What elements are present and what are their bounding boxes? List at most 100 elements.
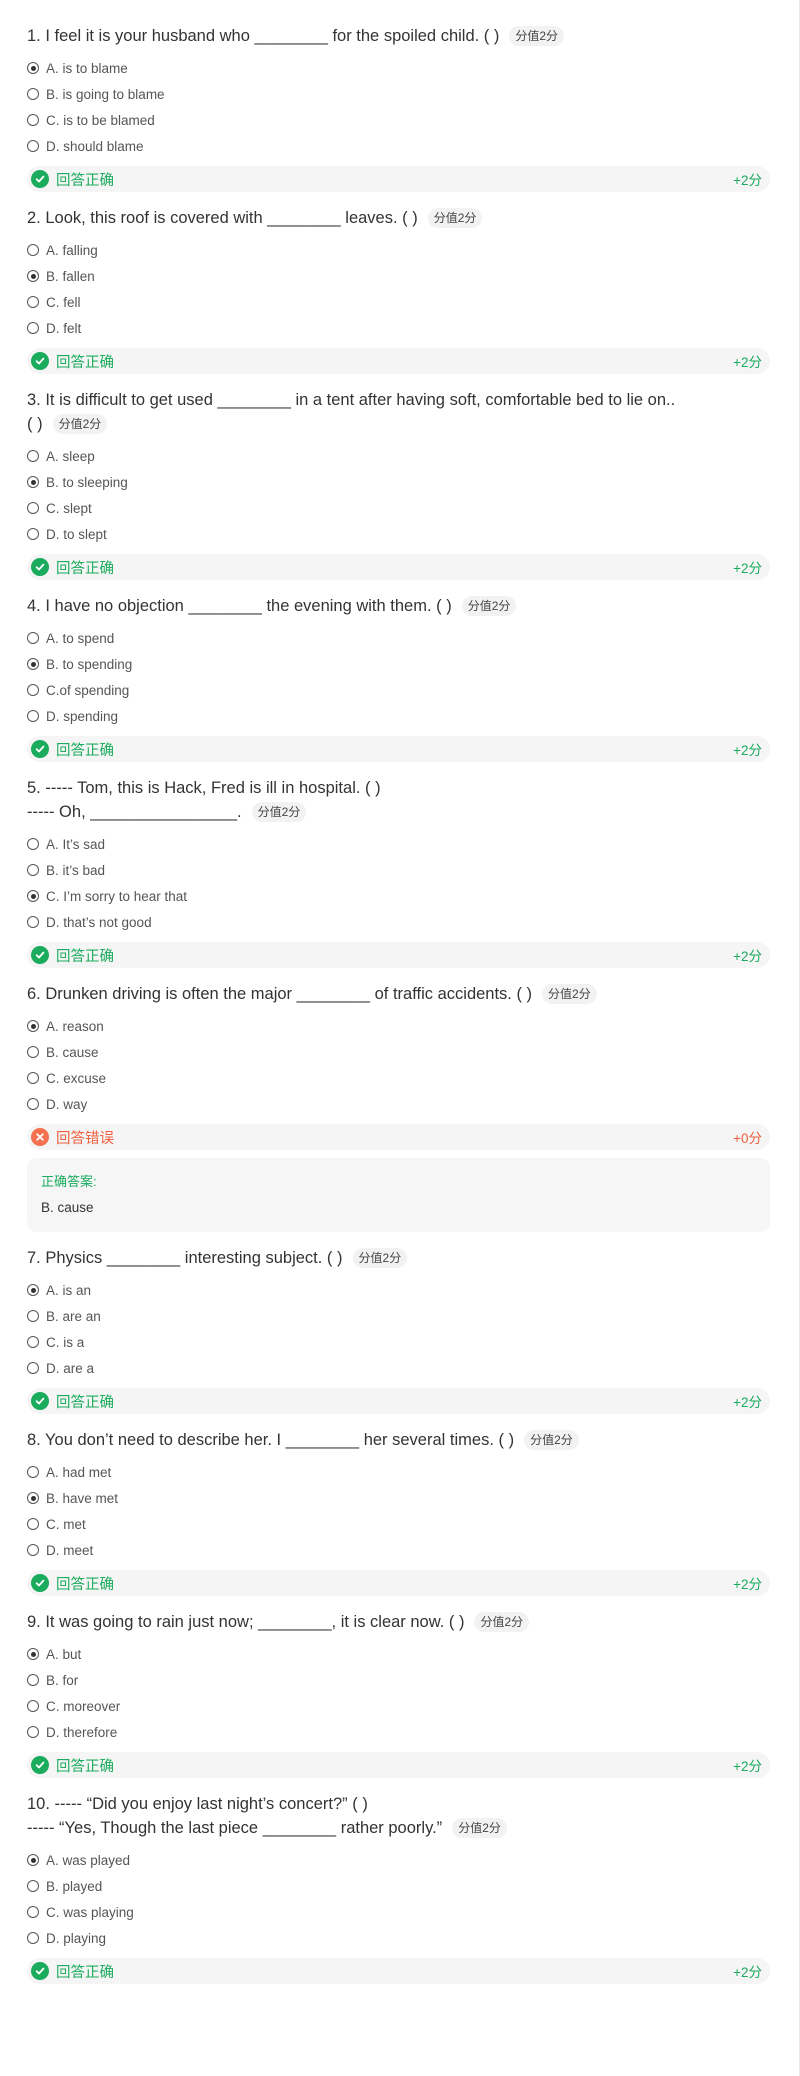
radio-icon[interactable] [27,684,39,696]
result-status: 回答正确 [56,354,114,371]
option-item[interactable]: C. is a [27,1329,800,1355]
radio-checked-icon[interactable] [27,1648,39,1660]
option-item[interactable]: B. for [27,1667,800,1693]
option-item[interactable]: A. was played [27,1847,800,1873]
option-item[interactable]: B. it’s bad [27,857,800,883]
radio-icon[interactable] [27,1466,39,1478]
option-item[interactable]: A. sleep [27,443,800,469]
option-item[interactable]: B. to sleeping [27,469,800,495]
option-item[interactable]: D. should blame [27,133,800,159]
radio-icon[interactable] [27,1932,39,1944]
result-correct-bar: 回答正确 +2分 [27,1388,770,1414]
radio-checked-icon[interactable] [27,62,39,74]
radio-icon[interactable] [27,1674,39,1686]
option-item[interactable]: A. to spend [27,625,800,651]
radio-checked-icon[interactable] [27,270,39,282]
radio-icon[interactable] [27,710,39,722]
option-item[interactable]: D. spending [27,703,800,729]
option-item[interactable]: C. was playing [27,1899,800,1925]
radio-checked-icon[interactable] [27,1492,39,1504]
option-item[interactable]: A. It’s sad [27,831,800,857]
radio-icon[interactable] [27,916,39,928]
option-item[interactable]: A. is an [27,1277,800,1303]
option-item[interactable]: B. to spending [27,651,800,677]
radio-checked-icon[interactable] [27,658,39,670]
radio-icon[interactable] [27,296,39,308]
option-item[interactable]: B. is going to blame [27,81,800,107]
radio-icon[interactable] [27,114,39,126]
option-item[interactable]: D. that’s not good [27,909,800,935]
option-label: B. to spending [46,656,133,672]
options-list: A. is to blame B. is going to blame C. is … [27,55,800,159]
option-item[interactable]: B. played [27,1873,800,1899]
radio-icon[interactable] [27,1544,39,1556]
options-list: A. is an B. are an C. is a D. are a [27,1277,800,1381]
option-item[interactable]: D. to slept [27,521,800,547]
option-item[interactable]: D. meet [27,1537,800,1563]
radio-checked-icon[interactable] [27,1020,39,1032]
radio-icon[interactable] [27,632,39,644]
option-item[interactable]: C. excuse [27,1065,800,1091]
option-label: C.of spending [46,682,130,698]
radio-icon[interactable] [27,322,39,334]
radio-icon[interactable] [27,838,39,850]
radio-icon[interactable] [27,1072,39,1084]
option-label: C. met [46,1516,86,1532]
option-item[interactable]: C. I’m sorry to hear that [27,883,800,909]
option-item[interactable]: A. had met [27,1459,800,1485]
radio-icon[interactable] [27,1906,39,1918]
option-item[interactable]: D. playing [27,1925,800,1951]
option-label: B. it’s bad [46,862,106,878]
radio-icon[interactable] [27,1098,39,1110]
radio-icon[interactable] [27,864,39,876]
radio-icon[interactable] [27,1310,39,1322]
check-circle-icon [31,170,49,188]
radio-icon[interactable] [27,502,39,514]
option-item[interactable]: C. met [27,1511,800,1537]
option-item[interactable]: C. slept [27,495,800,521]
option-label: D. should blame [46,138,144,154]
radio-icon[interactable] [27,1880,39,1892]
radio-checked-icon[interactable] [27,476,39,488]
option-item[interactable]: B. have met [27,1485,800,1511]
option-item[interactable]: D. are a [27,1355,800,1381]
result-points: +2分 [733,1965,762,1980]
radio-icon[interactable] [27,1726,39,1738]
radio-checked-icon[interactable] [27,1854,39,1866]
question-title: 1. I feel it is your husband who _______… [27,24,770,48]
option-item[interactable]: C. fell [27,289,800,315]
option-item[interactable]: A. falling [27,237,800,263]
check-circle-icon [31,946,49,964]
radio-checked-icon[interactable] [27,1284,39,1296]
radio-icon[interactable] [27,88,39,100]
option-item[interactable]: D. way [27,1091,800,1117]
option-label: A. was played [46,1852,131,1868]
radio-icon[interactable] [27,528,39,540]
option-item[interactable]: A. reason [27,1013,800,1039]
radio-icon[interactable] [27,1046,39,1058]
option-label: D. to slept [46,526,107,542]
radio-icon[interactable] [27,1362,39,1374]
option-item[interactable]: A. is to blame [27,55,800,81]
radio-checked-icon[interactable] [27,890,39,902]
option-label: D. are a [46,1360,95,1376]
option-item[interactable]: B. fallen [27,263,800,289]
option-item[interactable]: D. felt [27,315,800,341]
radio-icon[interactable] [27,1336,39,1348]
option-label: A. is to blame [46,60,128,76]
option-label: A. reason [46,1018,104,1034]
radio-icon[interactable] [27,244,39,256]
option-item[interactable]: A. but [27,1641,800,1667]
radio-icon[interactable] [27,1518,39,1530]
option-item[interactable]: B. are an [27,1303,800,1329]
radio-icon[interactable] [27,450,39,462]
option-item[interactable]: D. therefore [27,1719,800,1745]
option-item[interactable]: C. is to be blamed [27,107,800,133]
options-list: A. but B. for C. moreover D. therefore [27,1641,800,1745]
radio-icon[interactable] [27,140,39,152]
option-item[interactable]: C. moreover [27,1693,800,1719]
option-item[interactable]: B. cause [27,1039,800,1065]
radio-icon[interactable] [27,1700,39,1712]
result-status: 回答正确 [56,1576,114,1593]
option-item[interactable]: C.of spending [27,677,800,703]
